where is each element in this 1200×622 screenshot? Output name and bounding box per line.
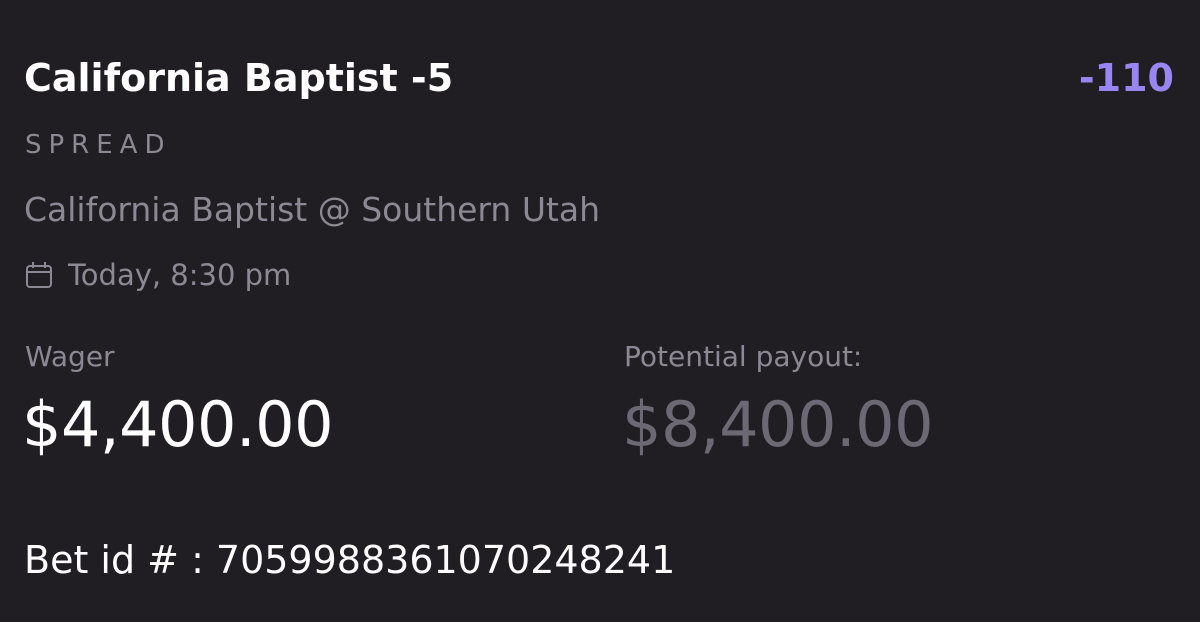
event-time-text: Today, 8:30 pm [68, 258, 292, 292]
wager-label: Wager [25, 340, 115, 373]
bet-selection-title: California Baptist -5 [24, 56, 454, 100]
event-time-row: Today, 8:30 pm [24, 258, 291, 292]
payout-label: Potential payout: [624, 340, 863, 373]
matchup-text: California Baptist @ Southern Utah [24, 190, 601, 229]
bet-id-label: Bet id # : [24, 538, 204, 582]
bet-id-value: 705998836107024824​1 [215, 538, 676, 582]
bet-type-label: SPREAD [25, 130, 172, 160]
bet-id-row: Bet id # : 705998836107024824​1 [24, 538, 675, 582]
odds-value: -110 [1078, 56, 1174, 100]
payout-amount: $8,400.00 [622, 388, 934, 461]
bet-slip-card: California Baptist -5 -110 SPREAD Califo… [0, 0, 1200, 622]
wager-amount: $4,400.00 [22, 388, 334, 461]
calendar-icon [24, 260, 54, 290]
